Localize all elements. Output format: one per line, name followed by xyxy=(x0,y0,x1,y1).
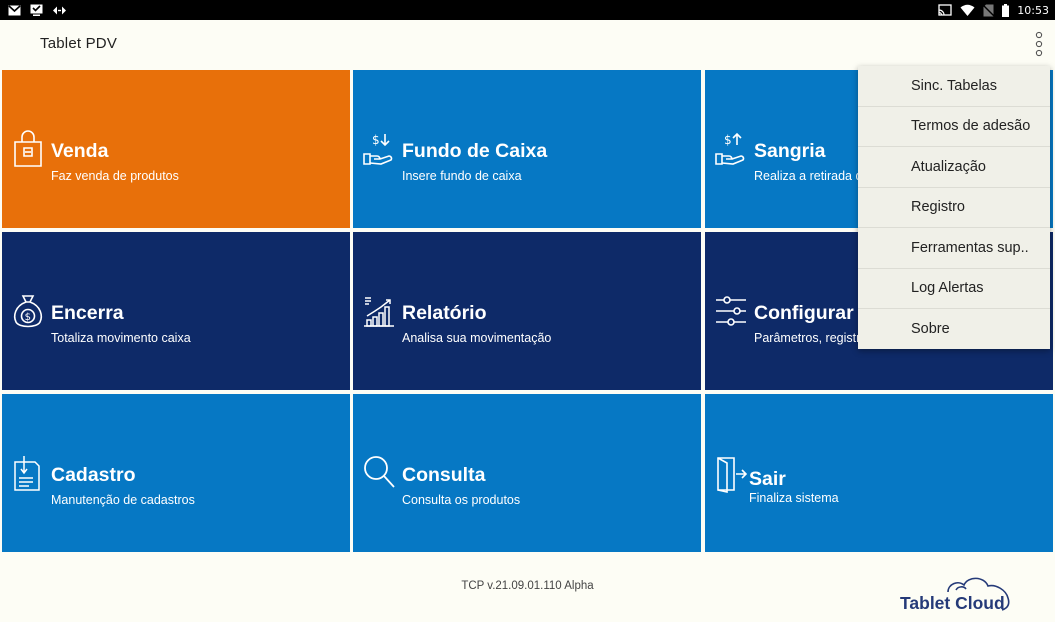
app-title: Tablet PDV xyxy=(40,35,118,52)
status-bar-system: 10:53 xyxy=(938,2,1049,18)
overflow-menu: Sinc. Tabelas Termos de adesão Atualizaç… xyxy=(858,66,1050,349)
more-vertical-icon xyxy=(1035,31,1043,57)
overflow-menu-button[interactable] xyxy=(1030,29,1048,59)
menu-item-termos-de-adesao[interactable]: Termos de adesão xyxy=(858,107,1050,147)
tile-title: Encerra xyxy=(51,302,124,324)
exit-door-icon xyxy=(717,457,748,493)
wifi-icon xyxy=(960,4,975,16)
tile-encerra[interactable]: $ Encerra Totaliza movimento caixa xyxy=(2,232,350,390)
tile-title: Sair xyxy=(749,468,786,490)
menu-item-atualizacao[interactable]: Atualização xyxy=(858,147,1050,188)
tile-cadastro[interactable]: Cadastro Manutenção de cadastros xyxy=(2,394,350,552)
tile-relatorio[interactable]: Relatório Analisa sua movimentação xyxy=(353,232,701,390)
tile-venda[interactable]: Venda Faz venda de produtos xyxy=(2,70,350,228)
download-done-icon xyxy=(30,4,43,16)
menu-item-sobre[interactable]: Sobre xyxy=(858,309,1050,350)
hand-money-out-icon: $ xyxy=(715,132,745,165)
tile-title: Fundo de Caixa xyxy=(402,140,548,162)
svg-text:$: $ xyxy=(724,133,732,147)
menu-item-ferramentas-suporte[interactable]: Ferramentas sup.. xyxy=(858,228,1050,269)
tile-subtitle: Finaliza sistema xyxy=(749,491,839,505)
tile-title: Cadastro xyxy=(51,464,136,486)
menu-item-registro[interactable]: Registro xyxy=(858,188,1050,228)
bar-chart-icon xyxy=(364,297,394,327)
search-icon xyxy=(364,456,395,488)
status-bar-notifications xyxy=(8,3,67,17)
app-bar: Tablet PDV xyxy=(0,20,1055,68)
clock: 10:53 xyxy=(1017,3,1049,17)
no-sim-icon xyxy=(983,4,995,17)
document-icon xyxy=(14,456,40,491)
tile-subtitle: Consulta os produtos xyxy=(402,493,521,507)
tile-subtitle: Faz venda de produtos xyxy=(51,169,179,183)
cast-icon xyxy=(938,4,952,16)
tile-sair[interactable]: Sair Finaliza sistema xyxy=(705,394,1053,552)
status-bar: 10:53 xyxy=(0,0,1055,20)
tile-subtitle: Parâmetros, registr xyxy=(754,331,861,345)
tile-title: Configurar xyxy=(754,302,854,324)
menu-item-sinc-tabelas[interactable]: Sinc. Tabelas xyxy=(858,66,1050,107)
svg-text:$: $ xyxy=(372,133,380,147)
developer-mode-icon xyxy=(52,5,67,16)
tile-title: Relatório xyxy=(402,302,487,324)
menu-item-log-alertas[interactable]: Log Alertas xyxy=(858,269,1050,309)
tile-title: Sangria xyxy=(754,140,826,162)
sliders-icon xyxy=(716,296,746,326)
tile-subtitle: Manutenção de cadastros xyxy=(51,493,195,507)
tile-subtitle: Insere fundo de caixa xyxy=(402,169,522,183)
shopping-bag-icon xyxy=(14,130,42,167)
tile-title: Consulta xyxy=(402,464,486,486)
hand-money-in-icon: $ xyxy=(363,133,393,165)
gmail-icon xyxy=(8,4,21,16)
battery-icon xyxy=(1002,3,1010,17)
tile-subtitle: Totaliza movimento caixa xyxy=(51,331,191,345)
money-bag-icon: $ xyxy=(13,295,43,328)
tile-fundo-de-caixa[interactable]: $ Fundo de Caixa Insere fundo de caixa xyxy=(353,70,701,228)
logo-text: Tablet Cloud xyxy=(900,593,1005,613)
tile-subtitle: Realiza a retirada d xyxy=(754,169,863,183)
svg-text:$: $ xyxy=(25,312,31,323)
tile-title: Venda xyxy=(51,140,109,162)
tablet-cloud-logo: Tablet Cloud xyxy=(896,576,1016,616)
tile-consulta[interactable]: Consulta Consulta os produtos xyxy=(353,394,701,552)
tile-subtitle: Analisa sua movimentação xyxy=(402,331,552,345)
